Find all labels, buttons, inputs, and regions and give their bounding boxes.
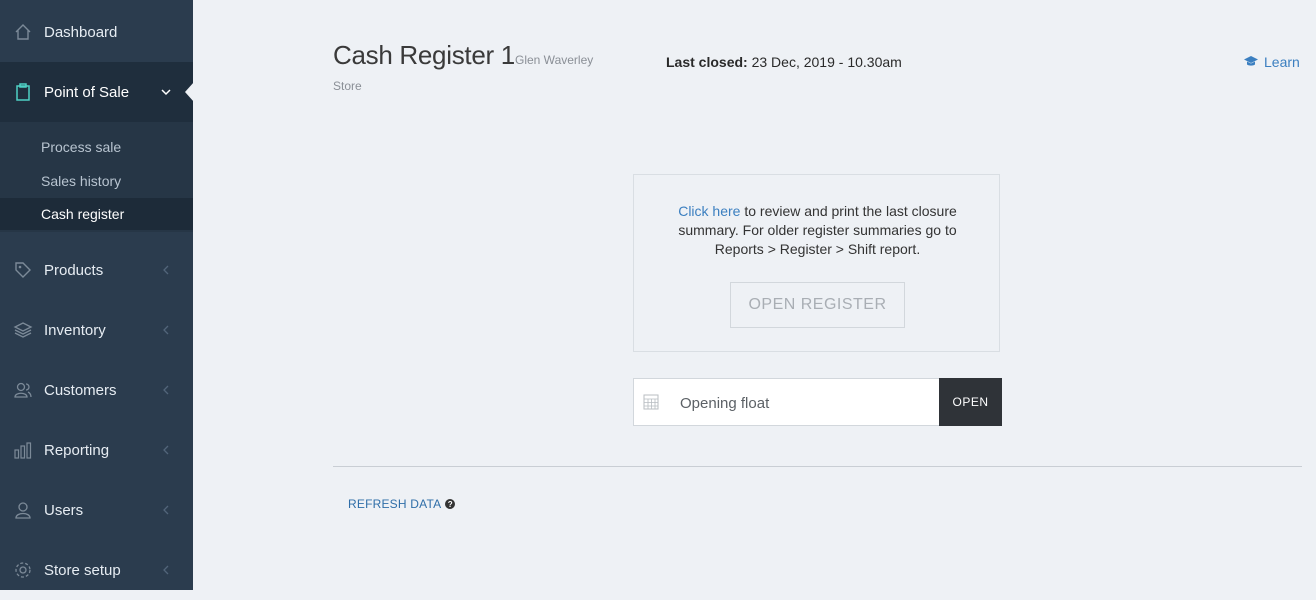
bar-chart-icon — [13, 440, 33, 460]
chevron-left-icon — [161, 384, 171, 396]
chevron-left-icon — [161, 444, 171, 456]
chevron-left-icon — [161, 564, 171, 576]
nav-customers[interactable]: Customers — [0, 360, 193, 420]
nav-point-of-sale[interactable]: Point of Sale — [0, 62, 194, 122]
nav-users[interactable]: Users — [0, 480, 193, 540]
nav-dashboard-label: Dashboard — [44, 23, 118, 41]
nav-customers-label: Customers — [44, 381, 117, 399]
user-icon — [13, 500, 33, 520]
open-button[interactable]: OPEN — [939, 378, 1002, 426]
help-icon[interactable]: ? — [445, 499, 456, 509]
click-here-link[interactable]: Click here — [678, 203, 740, 219]
layers-icon — [13, 320, 33, 340]
nav-store-setup-label: Store setup — [44, 561, 121, 579]
learn-link[interactable]: Learn — [1243, 54, 1300, 70]
sub-item-process-sale[interactable]: Process sale — [0, 131, 193, 163]
nav-point-of-sale-label: Point of Sale — [44, 83, 130, 101]
nav-reporting[interactable]: Reporting — [0, 420, 193, 480]
last-closed-value: 23 Dec, 2019 - 10.30am — [751, 54, 902, 70]
last-closed: Last closed: 23 Dec, 2019 - 10.30am — [666, 54, 902, 70]
home-icon — [13, 22, 33, 42]
chevron-left-icon — [161, 324, 171, 336]
opening-float-input[interactable] — [678, 379, 940, 427]
refresh-data-link[interactable]: REFRESH DATA ? — [348, 497, 456, 511]
store-name-suffix: Store — [333, 79, 362, 93]
tag-icon — [13, 260, 33, 280]
nav-dashboard[interactable]: Dashboard — [0, 2, 193, 62]
opening-float-group: OPEN — [633, 378, 1002, 427]
clipboard-icon — [13, 82, 33, 102]
nav-store-setup[interactable]: Store setup — [0, 540, 193, 600]
sidebar: Dashboard Point of Sale Process sale Sal… — [0, 0, 194, 590]
graduation-cap-icon — [1243, 54, 1259, 70]
last-closed-label: Last closed: — [666, 54, 748, 70]
users-icon — [13, 380, 33, 400]
chevron-left-icon — [161, 504, 171, 516]
chevron-down-icon — [161, 86, 171, 98]
closure-summary-text: Click here to review and print the last … — [654, 202, 981, 259]
nav-users-label: Users — [44, 501, 84, 519]
register-closure-panel: Click here to review and print the last … — [633, 174, 1000, 352]
nav-inventory-label: Inventory — [44, 321, 106, 339]
nav-inventory[interactable]: Inventory — [0, 300, 193, 360]
divider — [333, 466, 1302, 467]
gear-icon — [13, 560, 33, 580]
nav-products[interactable]: Products — [0, 240, 193, 300]
point-of-sale-submenu: Process sale Sales history Cash register — [0, 122, 193, 232]
store-name: Glen Waverley — [515, 53, 594, 67]
nav-reporting-label: Reporting — [44, 441, 110, 459]
calculator-icon — [643, 394, 659, 410]
chevron-left-icon — [161, 264, 171, 276]
sub-item-sales-history[interactable]: Sales history — [0, 165, 193, 197]
open-register-button[interactable]: OPEN REGISTER — [730, 282, 905, 328]
page-title: Cash Register 1 — [333, 40, 515, 70]
nav-products-label: Products — [44, 261, 104, 279]
refresh-data-label: REFRESH DATA — [348, 497, 442, 511]
learn-label: Learn — [1264, 54, 1300, 70]
sub-item-cash-register[interactable]: Cash register — [0, 198, 193, 230]
